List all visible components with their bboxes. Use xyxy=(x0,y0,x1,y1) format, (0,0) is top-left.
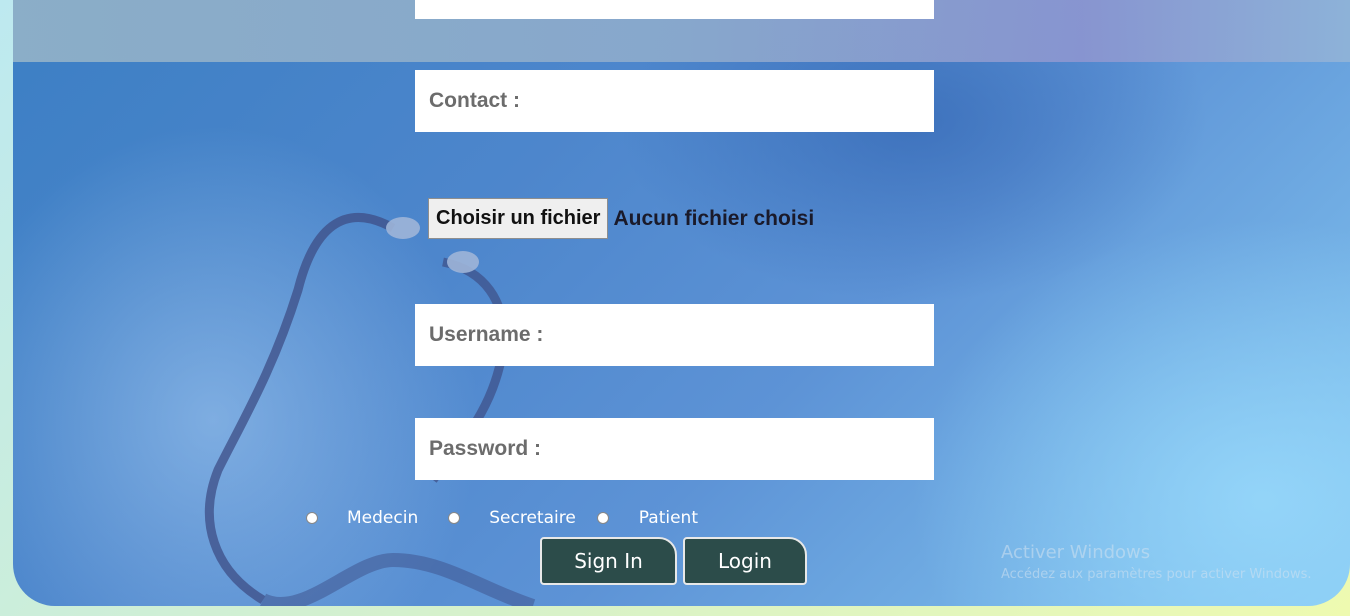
username-field[interactable]: Username : xyxy=(415,304,934,366)
activation-watermark: Activer Windows Accédez aux paramètres p… xyxy=(1001,542,1312,582)
login-button[interactable]: Login xyxy=(683,537,807,585)
file-status-text: Aucun fichier choisi xyxy=(613,206,815,230)
watermark-subtitle: Accédez aux paramètres pour activer Wind… xyxy=(1001,567,1312,582)
radio-medecin[interactable] xyxy=(306,512,318,524)
password-placeholder: Password : xyxy=(429,437,542,460)
contact-field[interactable]: Contact : xyxy=(415,70,934,132)
username-placeholder: Username : xyxy=(429,323,544,346)
radio-label-patient: Patient xyxy=(638,508,698,528)
radio-label-secretaire: Secretaire xyxy=(489,508,576,528)
sign-in-button[interactable]: Sign In xyxy=(540,537,677,585)
contact-placeholder: Contact : xyxy=(429,89,520,112)
file-upload: Choisir un fichier Aucun fichier choisi xyxy=(428,198,814,239)
role-selector: Medecin Secretaire Patient xyxy=(306,508,698,528)
address-field[interactable] xyxy=(415,0,934,19)
radio-secretaire[interactable] xyxy=(448,512,461,524)
password-field[interactable]: Password : xyxy=(415,418,934,480)
watermark-title: Activer Windows xyxy=(1001,542,1151,563)
choose-file-button[interactable]: Choisir un fichier xyxy=(428,198,609,239)
radio-patient[interactable] xyxy=(596,512,609,524)
radio-label-medecin: Medecin xyxy=(347,508,419,528)
